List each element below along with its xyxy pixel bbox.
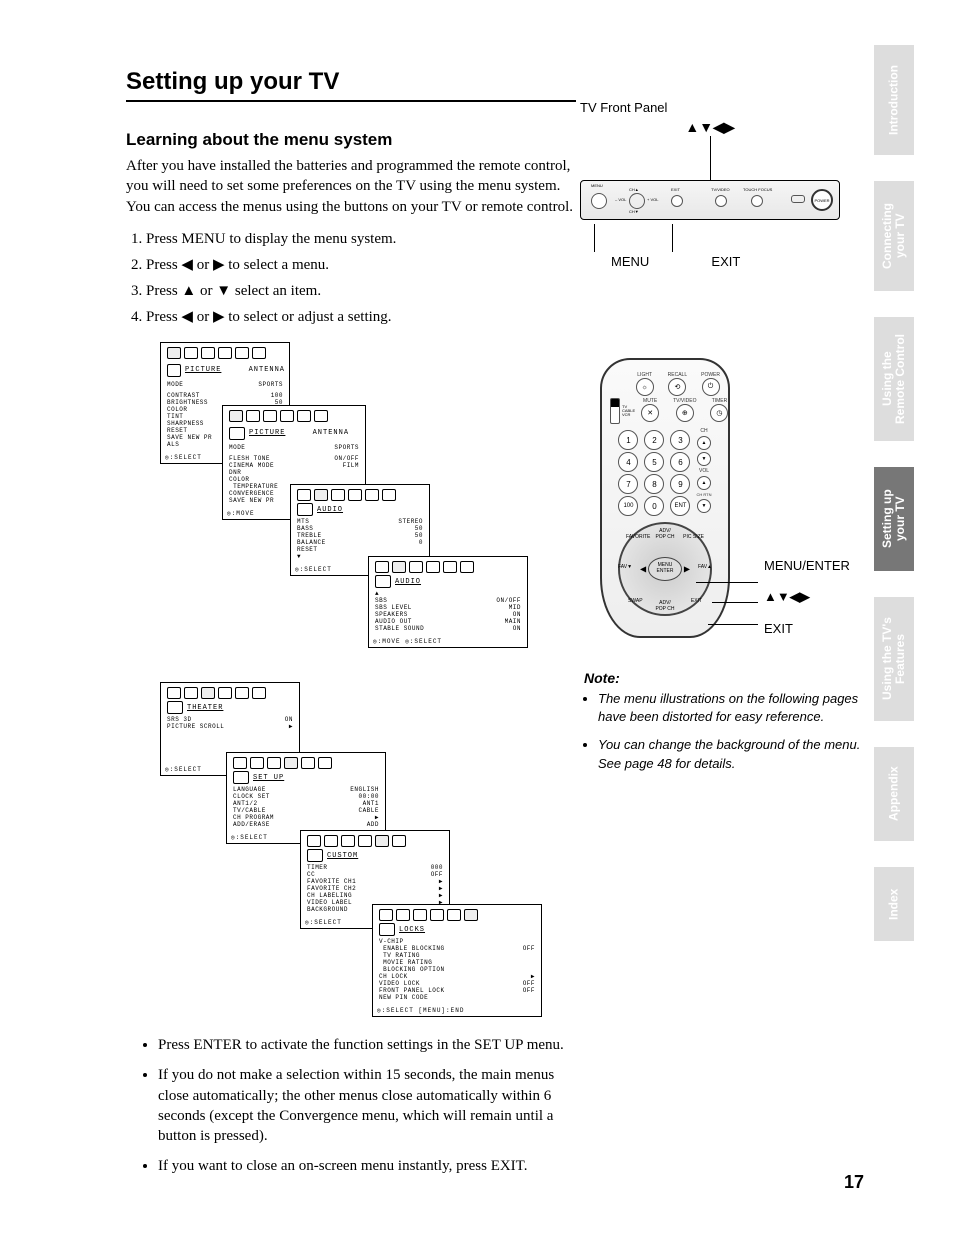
power-button-icon: ⏻ [702,378,720,396]
osd-audio-2: AUDIO ▲ SBSON/OFF SBS LEVELMID SPEAKERSO… [368,556,528,648]
intro-paragraph: After you have installed the batteries a… [126,156,576,217]
tab-connecting: Connecting your TV [874,181,914,291]
steps-list: Press MENU to display the menu system. P… [146,227,576,329]
lower-content: Press ENTER to activate the function set… [126,1035,576,1187]
section-title: Learning about the menu system [126,130,576,150]
digit-7: 7 [618,474,638,494]
menu-enter-button-icon: MENUENTER [648,557,682,581]
digit-1: 1 [618,430,638,450]
vol-down-icon: ▼ [697,499,711,513]
note-block: Note: The menu illustrations on the foll… [584,670,864,783]
tab-remote: Using the Remote Control [874,317,914,441]
digit-0: 0 [644,496,664,516]
note-2: You can change the background of the men… [598,736,864,772]
ent-button: ENT [670,496,690,516]
exit-label: EXIT [711,254,740,269]
ch-down-icon: ▼ [697,452,711,466]
manual-page: Setting up your TV Learning about the me… [0,0,954,1235]
light-button-icon: ☼ [636,378,654,396]
timer-button-icon: ◷ [710,404,728,422]
tab-index: Index [874,867,914,941]
bullet-1: Press ENTER to activate the function set… [158,1035,576,1055]
digit-2: 2 [644,430,664,450]
bullet-2: If you do not make a selection within 15… [158,1065,576,1146]
dpad-icon [629,193,645,209]
digit-3: 3 [670,430,690,450]
remote-body: LIGHT☼ RECALL⟲ POWER⏻ TV CABLE VCR MUTE✕… [600,358,730,638]
remote-diagram: LIGHT☼ RECALL⟲ POWER⏻ TV CABLE VCR MUTE✕… [600,358,750,638]
bullets-list: Press ENTER to activate the function set… [158,1035,576,1177]
osd-locks: LOCKS V-CHIP ENABLE BLOCKINGOFF TV RATIN… [372,904,542,1017]
bullet-3: If you want to close an on-screen menu i… [158,1156,576,1176]
note-1: The menu illustrations on the following … [598,690,864,726]
nav-wheel-icon: ADV/ POP CH FAVORITE PIC SIZE FAV▼ FAV▲ … [618,522,712,616]
note-heading: Note: [584,670,864,686]
menu-cascade-diagram: PICTURE ANTENNA MODESPORTS CONTRAST100 B… [160,342,560,1012]
main-column: Setting up your TV Learning about the me… [126,68,576,339]
touchfocus-button-icon [751,195,763,207]
device-switch-icon [610,398,620,424]
exit-button-icon [671,195,683,207]
step-2: Press ◀ or ▶ to select a menu. [146,253,576,277]
digit-6: 6 [670,452,690,472]
remote-callouts: MENU/ENTER ▲▼◀▶ EXIT [740,558,850,652]
power-button-icon: POWER [811,189,833,211]
digit-8: 8 [644,474,664,494]
front-panel-diagram: TV Front Panel ▲▼◀▶ MENU CH▲ – VOL + VOL… [580,100,840,269]
front-panel-body: MENU CH▲ – VOL + VOL CH▼ EXIT TV/VIDEO T… [580,180,840,220]
arrow-cluster-icon: ▲▼◀▶ [580,119,840,136]
menu-button-icon [591,193,607,209]
digit-9: 9 [670,474,690,494]
page-number: 17 [844,1172,864,1193]
tvvideo-button-icon [715,195,727,207]
digit-5: 5 [644,452,664,472]
page-title: Setting up your TV [126,68,576,102]
vol-up-icon: ▲ [697,476,711,490]
tab-features: Using the TV's Features [874,597,914,721]
callout-menu-enter: MENU/ENTER [764,558,850,573]
recall-button-icon: ⟲ [668,378,686,396]
tvvideo-remote-icon: ⊕ [676,404,694,422]
callout-arrows: ▲▼◀▶ [764,589,850,605]
tab-introduction: Introduction [874,45,914,155]
step-3: Press ▲ or ▼ select an item. [146,279,576,303]
side-tabs: Introduction Connecting your TV Using th… [874,45,914,941]
step-1: Press MENU to display the menu system. [146,227,576,251]
callout-exit: EXIT [764,621,850,636]
front-panel-title: TV Front Panel [580,100,840,115]
tab-appendix: Appendix [874,747,914,841]
digit-100: 100 [618,496,638,516]
step-4: Press ◀ or ▶ to select or adjust a setti… [146,305,576,329]
picture-icon [167,364,181,377]
mute-button-icon: ✕ [641,404,659,422]
tab-setting-up: Setting up your TV [874,467,914,571]
menu-label: MENU [611,254,649,269]
oval-button-icon [791,195,805,203]
ch-up-icon: ▲ [697,436,711,450]
digit-4: 4 [618,452,638,472]
